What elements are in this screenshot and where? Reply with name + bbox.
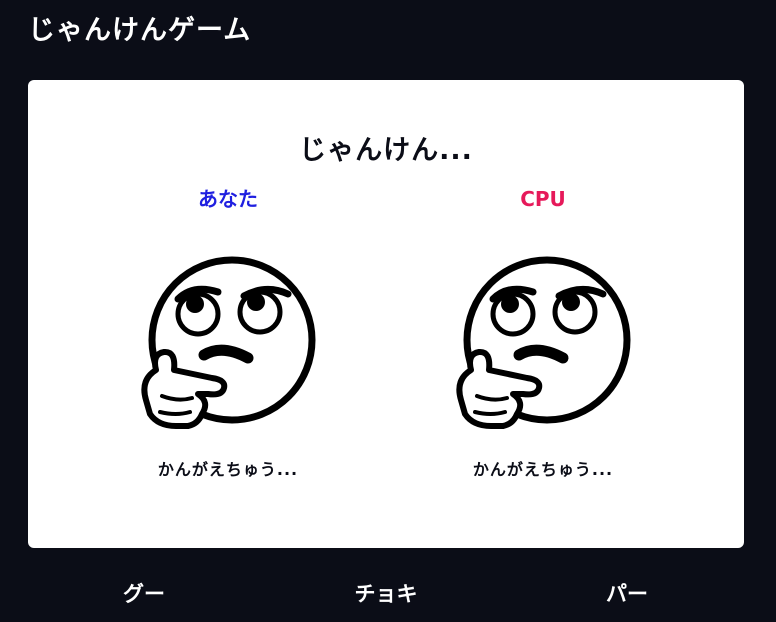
rock-button[interactable]: グー: [54, 566, 234, 622]
player-you: あなた かんがえちゅう...: [98, 184, 358, 480]
paper-button[interactable]: パー: [537, 566, 717, 622]
player-you-name: あなた: [198, 187, 258, 211]
game-panel: じゃんけん... あなた かんがえちゅう... CPU かんがえちゅう...: [28, 80, 744, 548]
hand-buttons: グー チョキ パー: [28, 566, 744, 622]
scissors-button[interactable]: チョキ: [296, 566, 476, 622]
thinking-face-icon: [456, 256, 631, 429]
thinking-face-icon: [141, 256, 316, 429]
app-title: じゃんけんゲーム: [28, 15, 252, 46]
player-you-status: かんがえちゅう...: [157, 460, 299, 479]
player-cpu: CPU かんがえちゅう...: [413, 184, 673, 480]
player-cpu-status: かんがえちゅう...: [472, 460, 614, 479]
player-cpu-name: CPU: [520, 187, 566, 211]
round-title: じゃんけん...: [299, 135, 473, 166]
